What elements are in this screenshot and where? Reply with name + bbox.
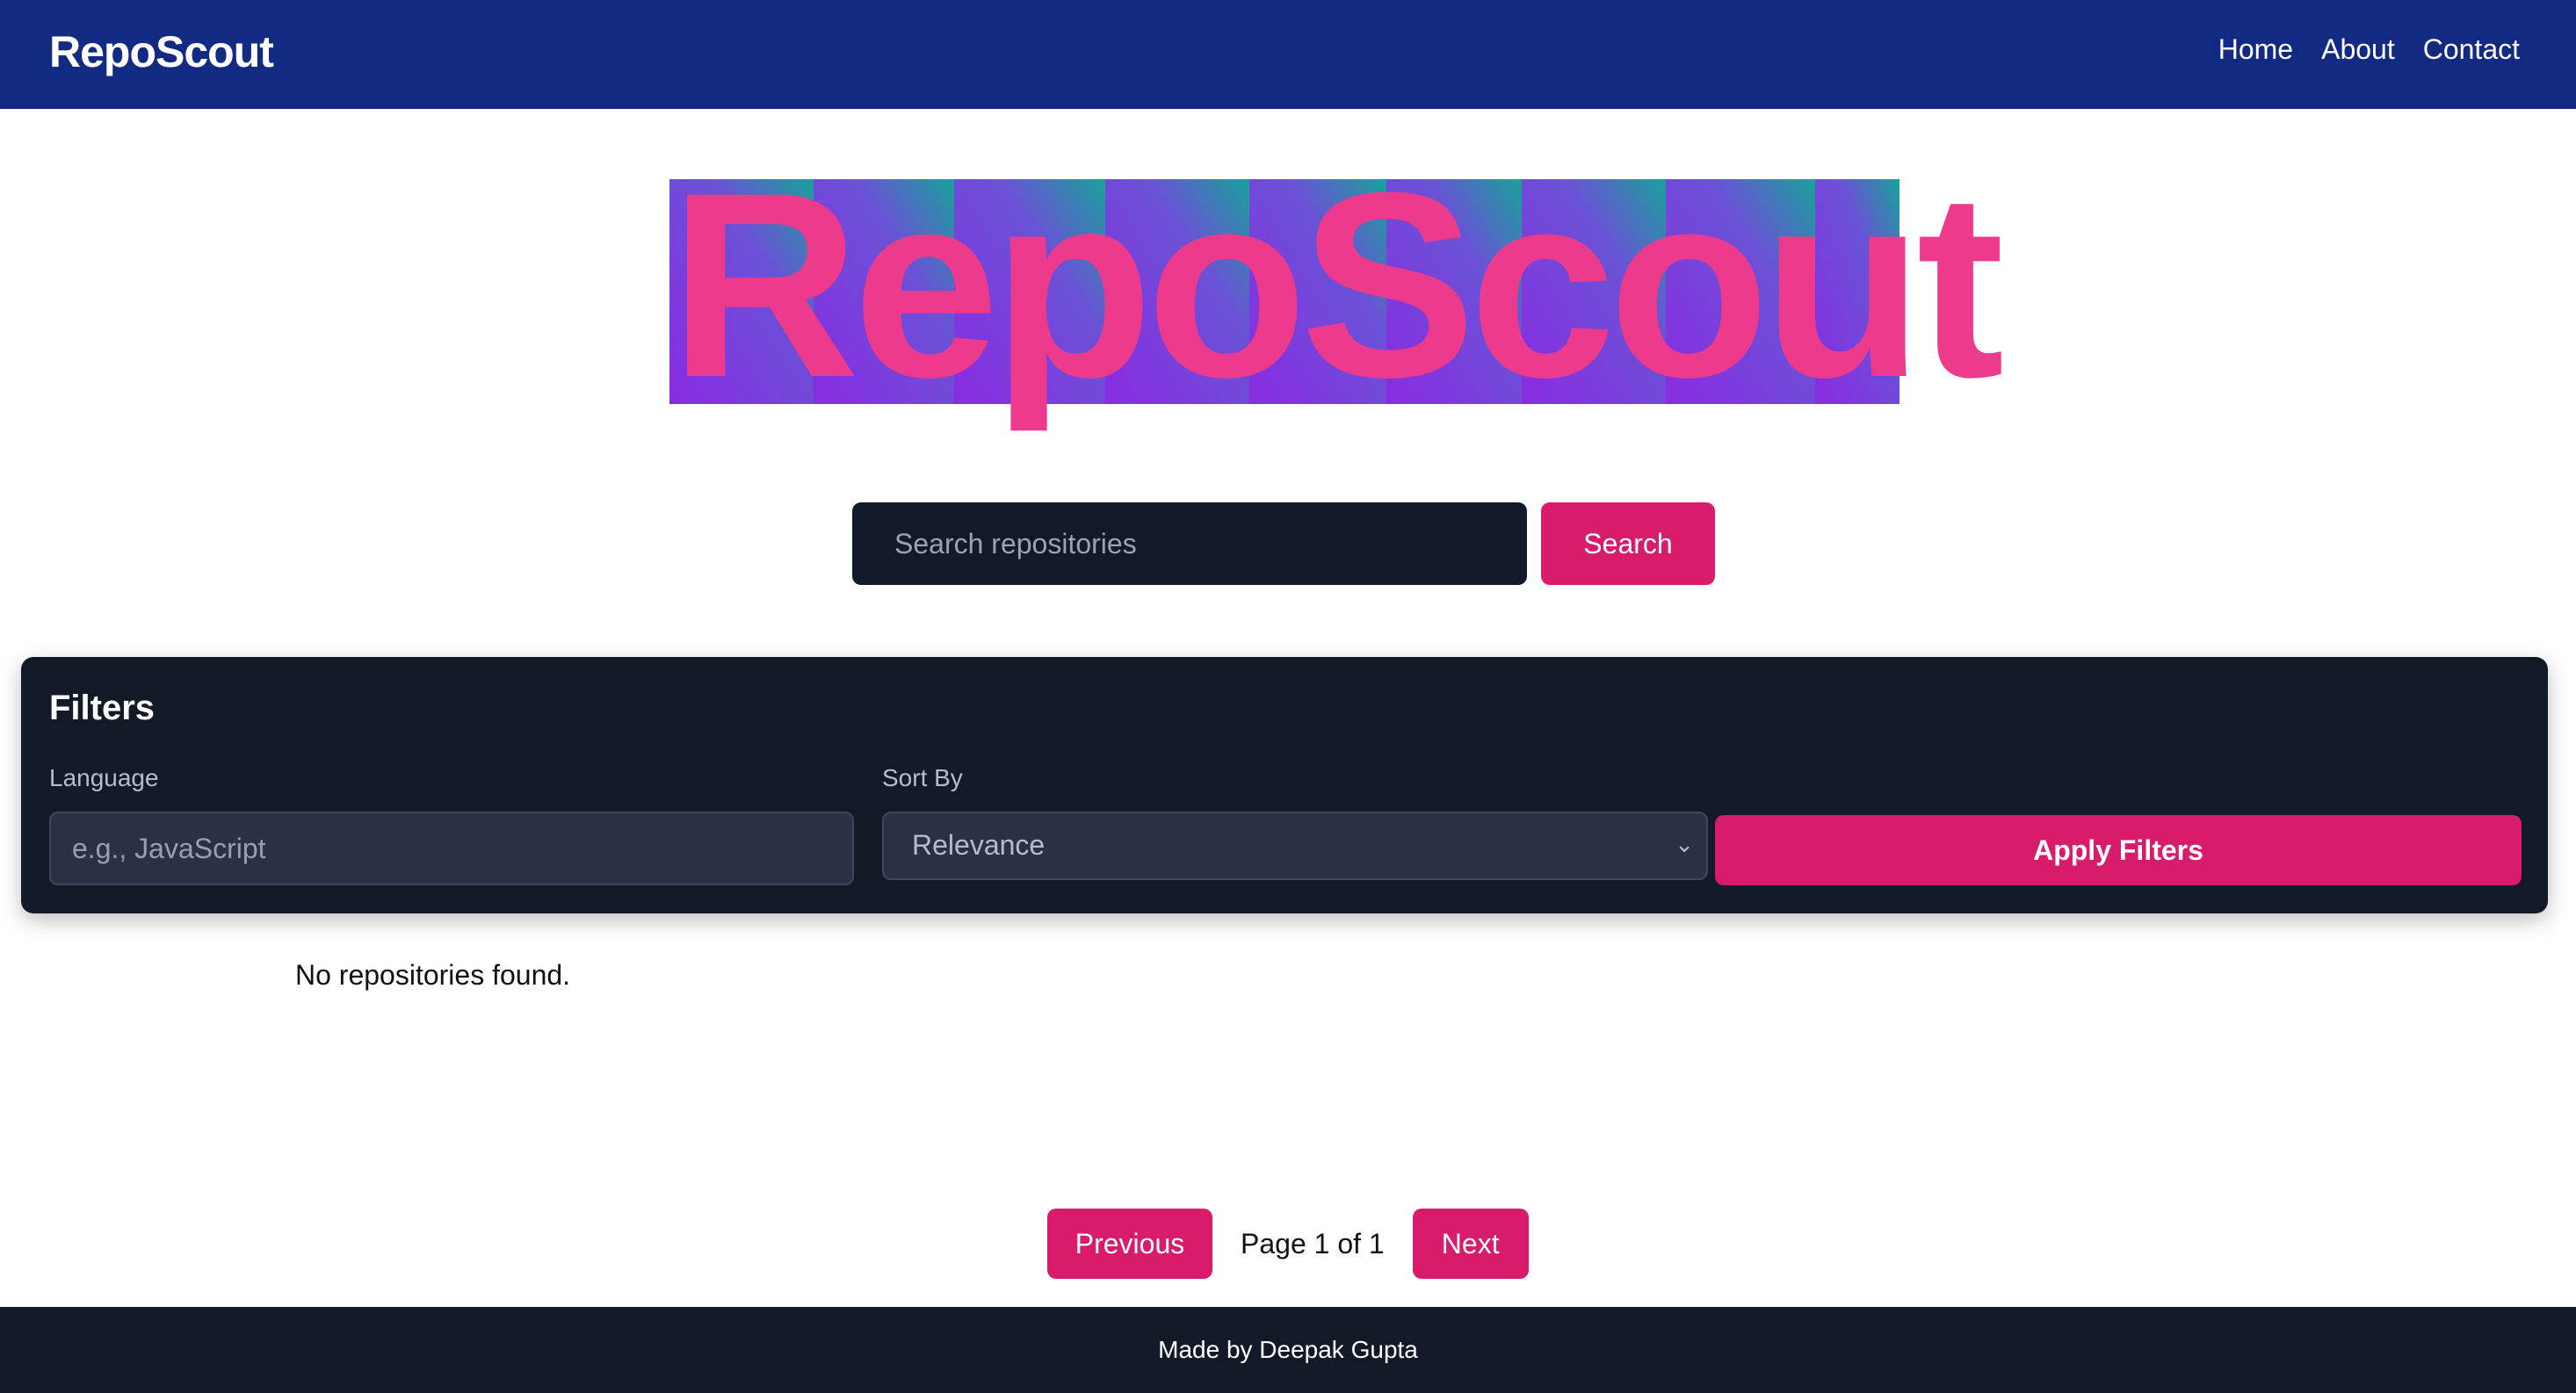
nav-link-home[interactable]: Home (2218, 33, 2293, 66)
language-input[interactable] (49, 812, 854, 885)
hero-title: RepoScout (669, 137, 2004, 432)
empty-results-message: No repositories found. (295, 959, 571, 991)
language-label: Language (49, 764, 159, 791)
brand-logo[interactable]: RepoScout (49, 26, 274, 77)
sort-by-value: Relevance (912, 829, 1046, 861)
pagination: Previous Page 1 of 1 Next (1047, 1209, 1529, 1279)
search-bar: Search (852, 502, 1715, 585)
sort-by-select[interactable]: Relevance ⌄ (882, 812, 1708, 880)
navbar: RepoScout Home About Contact (0, 0, 2576, 109)
nav-links: Home About Contact (2218, 33, 2520, 66)
filters-panel: Filters Language Sort By Relevance ⌄ App… (21, 657, 2548, 913)
search-button[interactable]: Search (1541, 502, 1715, 585)
page-indicator: Page 1 of 1 (1241, 1227, 1385, 1259)
search-input[interactable] (852, 502, 1527, 585)
previous-page-button[interactable]: Previous (1047, 1209, 1212, 1279)
sort-by-label: Sort By (882, 764, 963, 791)
apply-filters-button[interactable]: Apply Filters (1715, 815, 2522, 885)
footer: Made by Deepak Gupta (0, 1307, 2576, 1393)
nav-link-about[interactable]: About (2321, 33, 2395, 66)
footer-credit: Made by Deepak Gupta (1158, 1336, 1418, 1363)
chevron-down-icon: ⌄ (1675, 831, 1694, 857)
filters-title: Filters (49, 689, 156, 727)
nav-link-contact[interactable]: Contact (2423, 33, 2520, 66)
next-page-button[interactable]: Next (1412, 1209, 1529, 1279)
